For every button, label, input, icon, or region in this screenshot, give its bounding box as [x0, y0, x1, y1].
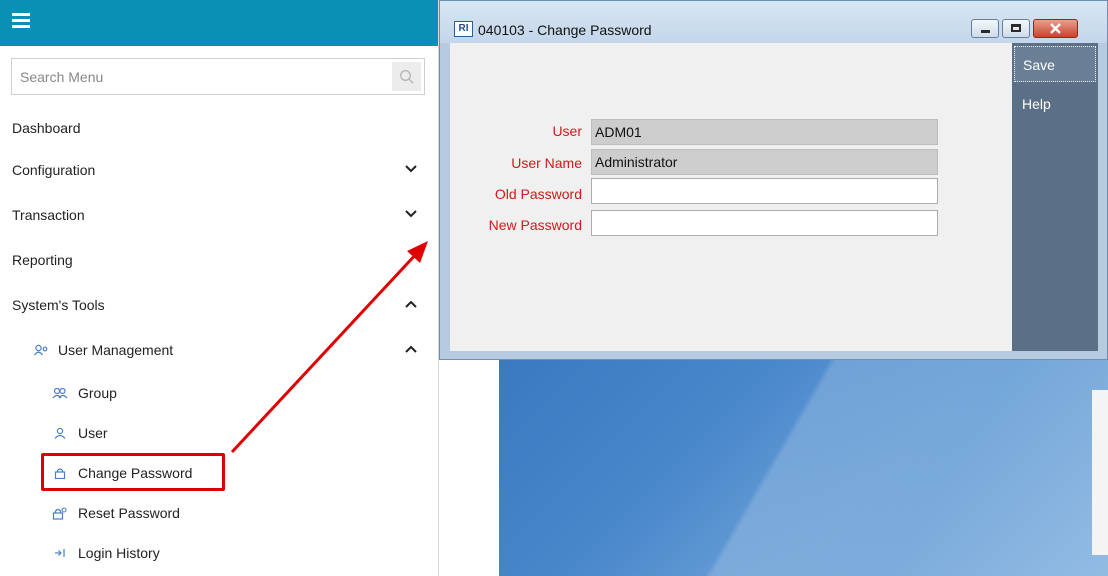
- search-input[interactable]: [12, 59, 398, 94]
- menu-item-label: Login History: [78, 545, 160, 561]
- menu-item-label: System's Tools: [12, 297, 105, 313]
- search-box: [11, 58, 425, 95]
- old-password-input[interactable]: [591, 178, 938, 204]
- help-button-label: Help: [1022, 96, 1051, 112]
- new-password-input[interactable]: [591, 210, 938, 236]
- change-password-window: RI 040103 - Change Password User ADM01 U…: [439, 0, 1108, 360]
- user-field: ADM01: [591, 119, 938, 145]
- submenu-item-user[interactable]: User: [0, 413, 438, 453]
- menu-item-label: User: [78, 425, 108, 441]
- close-button[interactable]: [1033, 19, 1078, 38]
- reset-lock-icon: [52, 507, 67, 520]
- form-area: User ADM01 User Name Administrator Old P…: [450, 43, 1012, 351]
- hamburger-menu-icon[interactable]: [12, 13, 30, 28]
- menu-item-dashboard[interactable]: Dashboard: [0, 108, 438, 148]
- help-button[interactable]: Help: [1014, 86, 1096, 122]
- menu-item-systems-tools[interactable]: System's Tools: [0, 285, 438, 325]
- app-logo-icon: RI: [454, 21, 473, 37]
- menu-item-label: Group: [78, 385, 117, 401]
- user-name-label: User Name: [511, 155, 582, 171]
- user-label: User: [552, 123, 582, 139]
- window-title: 040103 - Change Password: [478, 22, 652, 38]
- sidebar-menu: Dashboard Configuration Transaction Repo…: [0, 0, 439, 576]
- desktop-background: [439, 360, 1108, 576]
- new-password-label: New Password: [488, 217, 582, 233]
- save-button-label: Save: [1023, 57, 1055, 73]
- menu-item-label: Configuration: [12, 162, 96, 178]
- desktop-panel: [1092, 390, 1108, 555]
- highlight-box: [41, 453, 225, 491]
- user-icon: [54, 427, 66, 439]
- user-name-field: Administrator: [591, 149, 938, 175]
- window-titlebar[interactable]: RI 040103 - Change Password: [440, 1, 1107, 43]
- menu-item-label: Reporting: [12, 252, 73, 268]
- submenu-item-reset-password[interactable]: Reset Password: [0, 493, 438, 533]
- chevron-down-icon: [405, 210, 417, 218]
- chevron-up-icon: [405, 300, 417, 308]
- menu-item-configuration[interactable]: Configuration: [0, 150, 438, 190]
- save-button[interactable]: Save: [1014, 46, 1096, 82]
- close-icon: [1050, 23, 1061, 34]
- group-icon: [52, 387, 68, 399]
- submenu-item-login-history[interactable]: Login History: [0, 533, 438, 573]
- menu-item-transaction[interactable]: Transaction: [0, 195, 438, 235]
- wallpaper-shade: [499, 360, 1108, 576]
- chevron-down-icon: [405, 165, 417, 173]
- chevron-up-icon: [405, 345, 417, 353]
- old-password-label: Old Password: [494, 186, 582, 202]
- menu-item-label: Dashboard: [12, 120, 81, 136]
- menu-item-label: User Management: [58, 342, 174, 358]
- menu-item-label: Reset Password: [78, 505, 180, 521]
- search-icon[interactable]: [392, 62, 421, 91]
- maximize-button[interactable]: [1002, 19, 1030, 38]
- action-panel: Save Help: [1012, 43, 1098, 351]
- sidebar-header: [0, 0, 438, 46]
- menu-item-reporting[interactable]: Reporting: [0, 240, 438, 280]
- login-icon: [55, 549, 65, 557]
- minimize-button[interactable]: [971, 19, 999, 38]
- submenu-item-group[interactable]: Group: [0, 373, 438, 413]
- menu-item-user-management[interactable]: User Management: [0, 330, 438, 370]
- menu-item-label: Transaction: [12, 207, 85, 223]
- users-cog-icon: [34, 344, 48, 356]
